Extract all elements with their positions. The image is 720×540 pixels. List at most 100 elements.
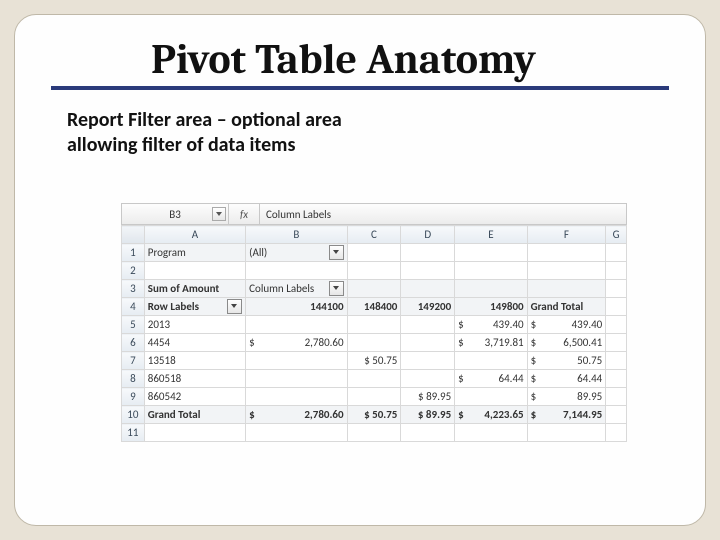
cell-B4[interactable]: 144100	[246, 298, 347, 316]
cell-G10[interactable]	[606, 406, 627, 424]
col-header-G[interactable]: G	[606, 226, 627, 244]
cell-A5[interactable]: 2013	[144, 316, 245, 334]
row-header-10[interactable]: 10	[122, 406, 145, 424]
row-header-6[interactable]: 6	[122, 334, 145, 352]
row-header-3[interactable]: 3	[122, 280, 145, 298]
cell-B7[interactable]	[246, 352, 347, 370]
report-filter-dropdown-icon[interactable]	[329, 245, 344, 260]
cell-A9[interactable]: 860542	[144, 388, 245, 406]
cell-E8[interactable]: $64.44	[455, 370, 527, 388]
col-header-D[interactable]: D	[401, 226, 455, 244]
cell-G5[interactable]	[606, 316, 627, 334]
cell-A11[interactable]	[144, 424, 245, 442]
cell-E9[interactable]	[455, 388, 527, 406]
cell-A6[interactable]: 4454	[144, 334, 245, 352]
cell-B6[interactable]: $2,780.60	[246, 334, 347, 352]
cell-E7[interactable]	[455, 352, 527, 370]
row-header-11[interactable]: 11	[122, 424, 145, 442]
row-header-2[interactable]: 2	[122, 262, 145, 280]
cell-F4[interactable]: Grand Total	[527, 298, 606, 316]
cell-F2[interactable]	[527, 262, 606, 280]
cell-C10[interactable]: $ 50.75	[347, 406, 401, 424]
cell-C2[interactable]	[347, 262, 401, 280]
cell-E10[interactable]: $4,223.65	[455, 406, 527, 424]
cell-G4[interactable]	[606, 298, 627, 316]
cell-D6[interactable]	[401, 334, 455, 352]
cell-G1[interactable]	[606, 244, 627, 262]
cell-F9[interactable]: $89.95	[527, 388, 606, 406]
cell-E2[interactable]	[455, 262, 527, 280]
cell-E4[interactable]: 149800	[455, 298, 527, 316]
cell-A7[interactable]: 13518	[144, 352, 245, 370]
cell-D10[interactable]: $ 89.95	[401, 406, 455, 424]
row-header-4[interactable]: 4	[122, 298, 145, 316]
column-labels-dropdown-icon[interactable]	[329, 281, 344, 296]
cell-E5[interactable]: $439.40	[455, 316, 527, 334]
cell-C5[interactable]	[347, 316, 401, 334]
cell-B2[interactable]	[246, 262, 347, 280]
select-all-corner[interactable]	[122, 226, 145, 244]
cell-A8[interactable]: 860518	[144, 370, 245, 388]
col-header-B[interactable]: B	[246, 226, 347, 244]
row-header-5[interactable]: 5	[122, 316, 145, 334]
cell-B9[interactable]	[246, 388, 347, 406]
cell-C3[interactable]	[347, 280, 401, 298]
cell-G9[interactable]	[606, 388, 627, 406]
row-header-1[interactable]: 1	[122, 244, 145, 262]
cell-D4[interactable]: 149200	[401, 298, 455, 316]
name-box-dropdown-icon[interactable]	[212, 207, 226, 221]
row-header-7[interactable]: 7	[122, 352, 145, 370]
row-labels-dropdown-icon[interactable]	[227, 299, 242, 314]
cell-D11[interactable]	[401, 424, 455, 442]
cell-B10[interactable]: $2,780.60	[246, 406, 347, 424]
cell-D8[interactable]	[401, 370, 455, 388]
name-box[interactable]: B3	[122, 204, 229, 224]
cell-B3[interactable]: Column Labels	[246, 280, 347, 298]
cell-D7[interactable]	[401, 352, 455, 370]
cell-G8[interactable]	[606, 370, 627, 388]
cell-A10[interactable]: Grand Total	[144, 406, 245, 424]
row-header-8[interactable]: 8	[122, 370, 145, 388]
cell-A4[interactable]: Row Labels	[144, 298, 245, 316]
cell-F6[interactable]: $6,500.41	[527, 334, 606, 352]
cell-G3[interactable]	[606, 280, 627, 298]
cell-E11[interactable]	[455, 424, 527, 442]
cell-A3[interactable]: Sum of Amount	[144, 280, 245, 298]
cell-B11[interactable]	[246, 424, 347, 442]
cell-F8[interactable]: $64.44	[527, 370, 606, 388]
cell-C9[interactable]	[347, 388, 401, 406]
cell-G11[interactable]	[606, 424, 627, 442]
row-header-9[interactable]: 9	[122, 388, 145, 406]
cell-C8[interactable]	[347, 370, 401, 388]
cell-E3[interactable]	[455, 280, 527, 298]
cell-E6[interactable]: $3,719.81	[455, 334, 527, 352]
cell-C7[interactable]: $ 50.75	[347, 352, 401, 370]
cell-B8[interactable]	[246, 370, 347, 388]
cell-D9[interactable]: $ 89.95	[401, 388, 455, 406]
cell-C6[interactable]	[347, 334, 401, 352]
cell-D2[interactable]	[401, 262, 455, 280]
cell-B5[interactable]	[246, 316, 347, 334]
cell-B1[interactable]: (All)	[246, 244, 347, 262]
cell-D3[interactable]	[401, 280, 455, 298]
cell-F10[interactable]: $7,144.95	[527, 406, 606, 424]
cell-G2[interactable]	[606, 262, 627, 280]
cell-F1[interactable]	[527, 244, 606, 262]
cell-G7[interactable]	[606, 352, 627, 370]
cell-F3[interactable]	[527, 280, 606, 298]
cell-F5[interactable]: $439.40	[527, 316, 606, 334]
formula-value[interactable]: Column Labels	[260, 204, 626, 224]
col-header-E[interactable]: E	[455, 226, 527, 244]
fx-label[interactable]: fx	[229, 204, 260, 224]
cell-G6[interactable]	[606, 334, 627, 352]
cell-F11[interactable]	[527, 424, 606, 442]
cell-F7[interactable]: $50.75	[527, 352, 606, 370]
cell-D1[interactable]	[401, 244, 455, 262]
cell-C4[interactable]: 148400	[347, 298, 401, 316]
col-header-F[interactable]: F	[527, 226, 606, 244]
col-header-A[interactable]: A	[144, 226, 245, 244]
cell-C11[interactable]	[347, 424, 401, 442]
cell-C1[interactable]	[347, 244, 401, 262]
cell-E1[interactable]	[455, 244, 527, 262]
col-header-C[interactable]: C	[347, 226, 401, 244]
